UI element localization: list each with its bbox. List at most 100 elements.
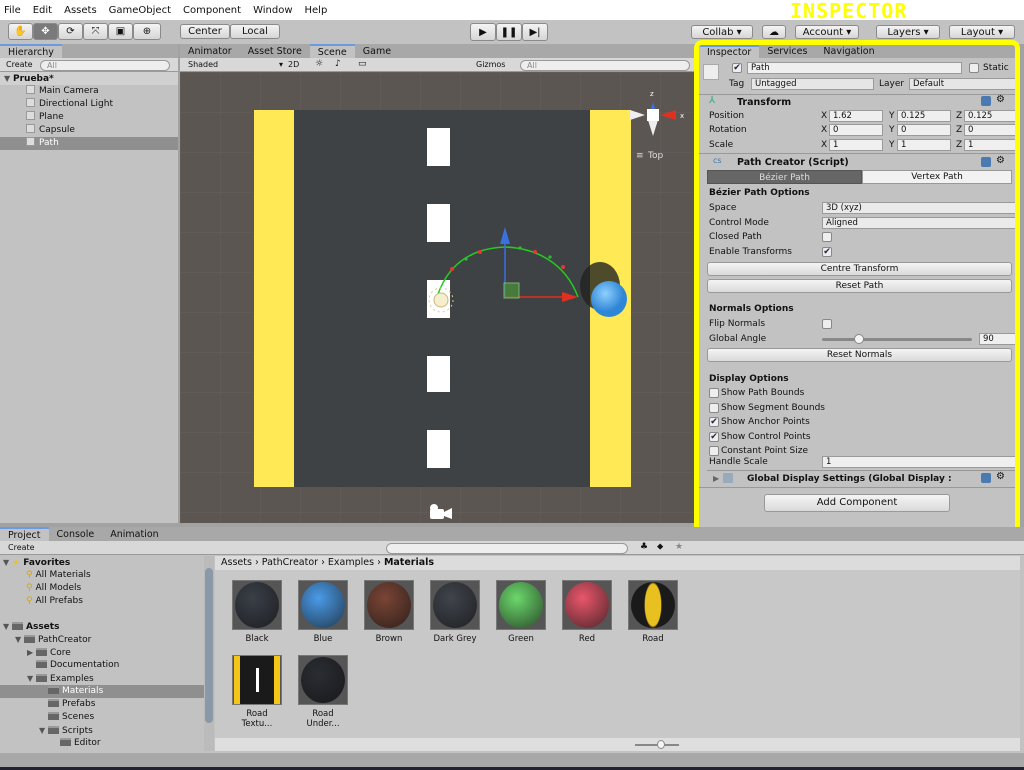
display-option[interactable]: Show Path Bounds — [709, 388, 804, 398]
material-asset[interactable]: Dark Grey — [430, 580, 480, 644]
folder-item[interactable]: Materials — [0, 685, 204, 698]
settings-icon[interactable]: ⚙ — [996, 155, 1005, 166]
hierarchy-item-selected[interactable]: Path — [0, 137, 178, 150]
rotation-y[interactable]: 0 — [897, 124, 951, 136]
favorite-item[interactable]: ⚲ All Materials — [0, 569, 204, 582]
menu-help[interactable]: Help — [305, 5, 328, 16]
scale-tool-button[interactable]: ⤧ — [83, 23, 108, 40]
menu-assets[interactable]: Assets — [64, 5, 97, 16]
rotation-z[interactable]: 0 — [964, 124, 1015, 136]
scene-viewport[interactable]: z x Top ≡ — [180, 72, 694, 523]
menu-edit[interactable]: Edit — [33, 5, 52, 16]
play-button[interactable]: ▶ — [470, 23, 496, 41]
audio-toggle[interactable]: ♪ — [335, 59, 341, 69]
menu-window[interactable]: Window — [253, 5, 292, 16]
favorites-header[interactable]: ▼ ★ Favorites — [0, 556, 204, 569]
hand-tool-button[interactable]: ✋ — [8, 23, 33, 40]
folder-item[interactable]: ▼ Examples — [0, 672, 204, 685]
help-icon[interactable] — [981, 96, 991, 106]
folder-item[interactable]: Scenes — [0, 711, 204, 724]
checkbox[interactable]: ✔ — [709, 431, 719, 442]
hierarchy-item[interactable]: Plane — [0, 111, 178, 124]
checkbox[interactable] — [709, 402, 719, 413]
hierarchy-item[interactable]: Directional Light — [0, 98, 178, 111]
collab-dropdown[interactable]: Collab ▾ — [691, 25, 753, 39]
position-x[interactable]: 1.62 — [829, 110, 883, 122]
display-option[interactable]: ✔ Show Control Points — [709, 431, 811, 442]
favorite-item[interactable]: ⚲ All Models — [0, 582, 204, 595]
help-icon[interactable] — [981, 157, 991, 167]
material-asset[interactable]: Brown — [364, 580, 414, 644]
display-option[interactable]: ✔ Show Anchor Points — [709, 417, 810, 428]
2d-toggle[interactable]: 2D — [288, 60, 299, 69]
breadcrumb-pathcreator[interactable]: PathCreator — [262, 557, 318, 568]
material-asset[interactable]: Black — [232, 580, 282, 644]
closed-path-checkbox[interactable] — [822, 232, 832, 242]
menu-file[interactable]: File — [4, 5, 21, 16]
settings-icon[interactable]: ⚙ — [996, 471, 1005, 482]
space-dropdown[interactable]: 3D (xyz) — [822, 202, 1015, 214]
position-y[interactable]: 0.125 — [897, 110, 951, 122]
pivot-center-button[interactable]: Center — [180, 24, 230, 39]
flip-normals-checkbox[interactable] — [822, 319, 832, 329]
slider-thumb[interactable] — [657, 740, 665, 749]
pivot-local-button[interactable]: Local — [230, 24, 280, 39]
folder-item[interactable]: Prefabs — [0, 698, 204, 711]
menu-gameobject[interactable]: GameObject — [109, 5, 171, 16]
rect-tool-button[interactable]: ▣ — [108, 23, 133, 40]
active-checkbox[interactable]: ✔ — [732, 63, 742, 73]
material-asset[interactable]: Blue — [298, 580, 348, 644]
lighting-toggle[interactable]: ☼ — [315, 59, 323, 69]
static-checkbox[interactable] — [969, 63, 979, 73]
control-mode-dropdown[interactable]: Aligned — [822, 217, 1015, 229]
filter-label-icon[interactable]: ⬥ — [657, 542, 663, 552]
filter-type-icon[interactable]: ♣ — [640, 542, 648, 552]
project-search[interactable] — [386, 543, 628, 554]
shading-dropdown[interactable]: Shaded ▾ — [188, 60, 283, 69]
tab-vertex-path[interactable]: Vertex Path — [862, 170, 1012, 184]
tab-navigation[interactable]: Navigation — [815, 45, 882, 58]
reset-path-button[interactable]: Reset Path — [707, 279, 1012, 293]
layer-dropdown[interactable]: Default — [909, 78, 1015, 90]
hierarchy-search[interactable]: All — [40, 60, 170, 71]
scale-z[interactable]: 1 — [964, 139, 1015, 151]
tag-dropdown[interactable]: Untagged — [751, 78, 874, 90]
material-asset[interactable]: Road Textu... — [232, 655, 282, 729]
material-asset[interactable]: Red — [562, 580, 612, 644]
expand-arrow-icon[interactable]: ▼ — [39, 724, 48, 737]
tab-animation[interactable]: Animation — [102, 527, 166, 541]
folder-item[interactable]: Documentation — [0, 659, 204, 672]
position-z[interactable]: 0.125 — [964, 110, 1015, 122]
tab-scene[interactable]: Scene — [309, 44, 355, 58]
cloud-button[interactable]: ☁ — [762, 25, 786, 39]
tab-services[interactable]: Services — [759, 45, 815, 58]
name-field[interactable]: Path — [747, 62, 962, 74]
expand-arrow-icon[interactable]: ▼ — [27, 672, 36, 685]
create-dropdown[interactable]: Create — [6, 60, 33, 69]
tree-scrollbar[interactable] — [204, 556, 214, 751]
pause-button[interactable]: ❚❚ — [496, 23, 522, 41]
move-tool-button[interactable]: ✥ — [33, 23, 58, 40]
path-creator-header[interactable]: Path Creator (Script) — [737, 157, 849, 168]
transform-tool-button[interactable]: ⊕ — [133, 23, 161, 40]
favorite-star-icon[interactable]: ★ — [675, 542, 683, 552]
centre-transform-button[interactable]: Centre Transform — [707, 262, 1012, 276]
tab-animator[interactable]: Animator — [180, 44, 240, 58]
layers-dropdown[interactable]: Layers ▾ — [876, 25, 940, 39]
folder-item[interactable]: Editor — [0, 737, 204, 750]
slider-thumb[interactable] — [854, 334, 864, 344]
folder-item[interactable]: ▶ Core — [0, 646, 204, 659]
tab-project[interactable]: Project — [0, 527, 49, 541]
global-angle-slider[interactable] — [822, 338, 972, 341]
menu-component[interactable]: Component — [183, 5, 241, 16]
handle-scale-field[interactable]: 1 — [822, 456, 1015, 468]
rotate-tool-button[interactable]: ⟳ — [58, 23, 83, 40]
tab-game[interactable]: Game — [355, 44, 399, 58]
account-dropdown[interactable]: Account ▾ — [795, 25, 859, 39]
hierarchy-item[interactable]: Capsule — [0, 124, 178, 137]
scene-search[interactable]: All — [520, 60, 690, 71]
assets-header[interactable]: ▼ Assets — [0, 620, 204, 633]
settings-icon[interactable]: ⚙ — [996, 94, 1005, 105]
scale-y[interactable]: 1 — [897, 139, 951, 151]
layout-dropdown[interactable]: Layout ▾ — [949, 25, 1015, 39]
